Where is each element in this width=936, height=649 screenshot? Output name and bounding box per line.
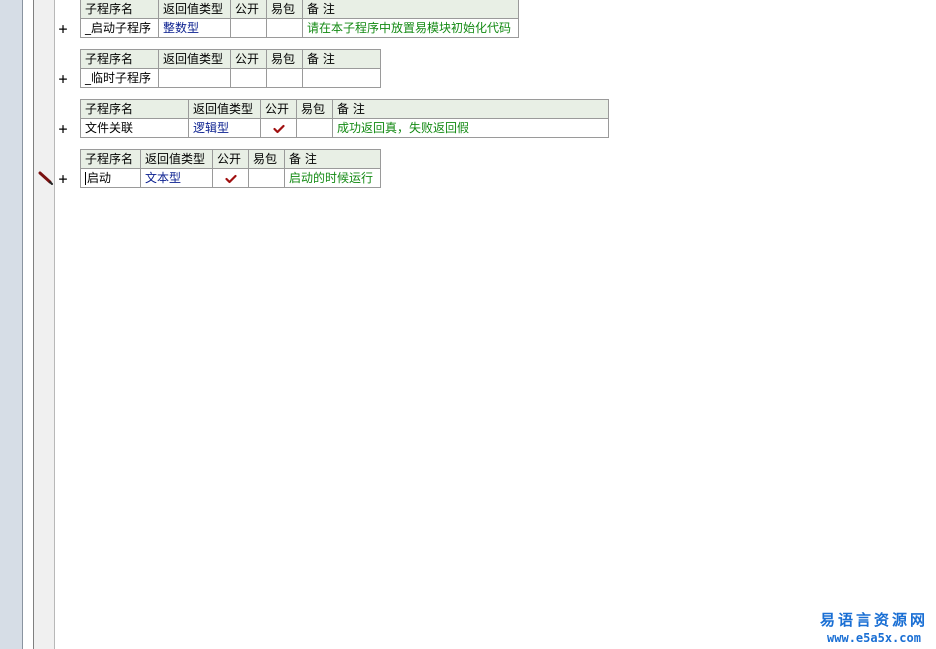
subroutine-table: 子程序名 返回值类型 公开 易包 备 注 _临时子程序 [80, 49, 381, 88]
subroutine-table: 子程序名 返回值类型 公开 易包 备 注 启动 文本型 启动的时候运行 [80, 149, 381, 188]
header-name: 子程序名 [80, 149, 141, 169]
epack-cell[interactable] [248, 168, 285, 188]
watermark-text: 易语言资源网 [819, 611, 928, 629]
expand-subroutine-button[interactable]: + [56, 121, 70, 137]
check-icon [224, 174, 237, 183]
header-return-type: 返回值类型 [188, 99, 261, 119]
expand-subroutine-button[interactable]: + [56, 171, 70, 187]
pencil-icon [38, 171, 53, 185]
subroutine-name-cell[interactable]: _启动子程序 [80, 18, 159, 38]
public-cell[interactable] [230, 18, 267, 38]
text-caret [85, 172, 86, 185]
return-type-cell[interactable]: 逻辑型 [188, 118, 261, 138]
marker-column[interactable] [34, 0, 54, 649]
subroutine-name-cell[interactable]: 启动 [80, 168, 141, 188]
note-cell[interactable]: 成功返回真，失败返回假 [332, 118, 609, 138]
epack-cell[interactable] [266, 68, 303, 88]
header-name: 子程序名 [80, 99, 189, 119]
header-public: 公开 [260, 99, 297, 119]
header-name: 子程序名 [80, 49, 159, 69]
header-epack: 易包 [248, 149, 285, 169]
header-note: 备 注 [332, 99, 609, 119]
public-cell[interactable] [260, 118, 297, 138]
header-epack: 易包 [266, 49, 303, 69]
header-note: 备 注 [302, 49, 381, 69]
header-public: 公开 [230, 0, 267, 19]
epack-cell[interactable] [266, 18, 303, 38]
header-public: 公开 [212, 149, 249, 169]
gutter-space [23, 0, 33, 649]
header-return-type: 返回值类型 [158, 0, 231, 19]
left-margin-strip [0, 0, 22, 649]
subroutine-name-text: 启动 [87, 171, 112, 185]
return-type-cell[interactable]: 整数型 [158, 18, 231, 38]
header-return-type: 返回值类型 [158, 49, 231, 69]
header-epack: 易包 [266, 0, 303, 19]
public-cell[interactable] [230, 68, 267, 88]
header-note: 备 注 [302, 0, 519, 19]
expand-subroutine-button[interactable]: + [56, 21, 70, 37]
header-name: 子程序名 [80, 0, 159, 19]
header-public: 公开 [230, 49, 267, 69]
subroutine-table: 子程序名 返回值类型 公开 易包 备 注 文件关联 逻辑型 成功返回真，失败返回… [80, 99, 609, 138]
header-epack: 易包 [296, 99, 333, 119]
epack-cell[interactable] [296, 118, 333, 138]
note-cell[interactable]: 启动的时候运行 [284, 168, 381, 188]
note-cell[interactable] [302, 68, 381, 88]
return-type-cell[interactable] [158, 68, 231, 88]
note-cell[interactable]: 请在本子程序中放置易模块初始化代码 [302, 18, 519, 38]
public-cell[interactable] [212, 168, 249, 188]
subroutine-name-cell[interactable]: _临时子程序 [80, 68, 159, 88]
check-icon [272, 124, 285, 133]
header-return-type: 返回值类型 [140, 149, 213, 169]
expand-subroutine-button[interactable]: + [56, 71, 70, 87]
subroutine-table: 子程序名 返回值类型 公开 易包 备 注 _启动子程序 整数型 请在本子程序中放… [80, 0, 519, 38]
header-note: 备 注 [284, 149, 381, 169]
watermark-url: www.e5a5x.com [827, 631, 921, 645]
watermark: 易语言资源网 www.e5a5x.com [820, 609, 928, 645]
gutter-divider [54, 0, 55, 649]
return-type-cell[interactable]: 文本型 [140, 168, 213, 188]
subroutine-name-cell[interactable]: 文件关联 [80, 118, 189, 138]
